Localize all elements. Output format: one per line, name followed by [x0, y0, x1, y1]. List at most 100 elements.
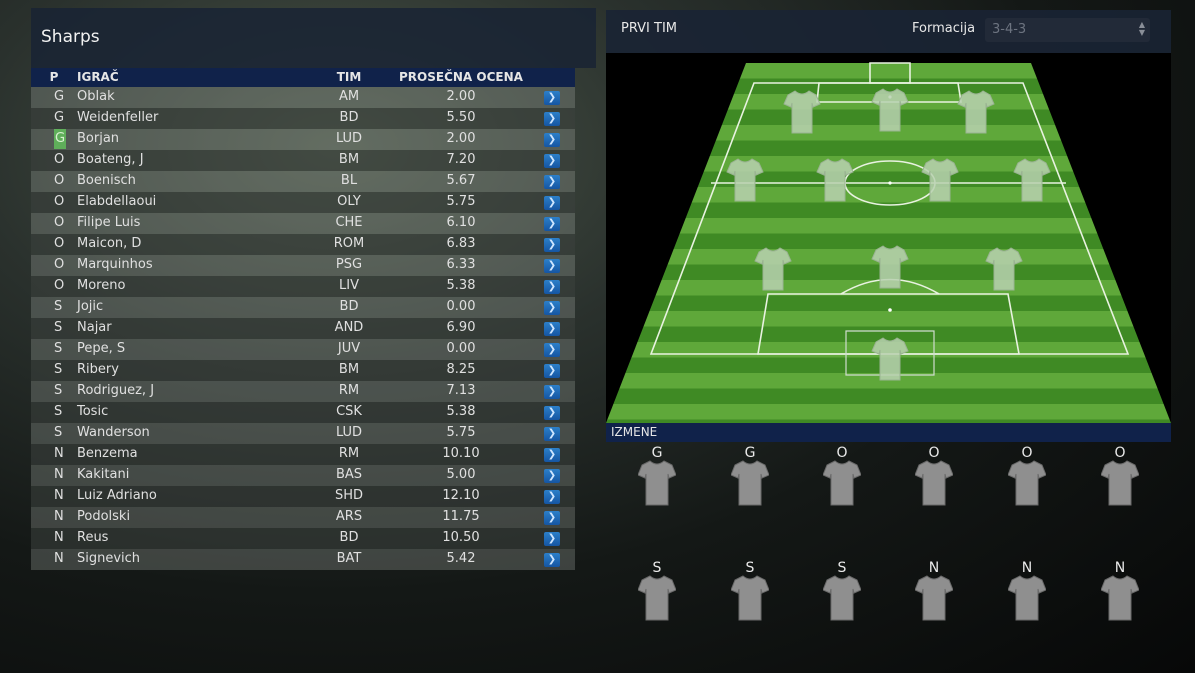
substitute-slot[interactable]: G [627, 445, 687, 515]
player-team: JUV [337, 341, 361, 356]
player-row[interactable]: N Luiz Adriano SHD 12.10 ❯ [31, 486, 575, 507]
player-row[interactable]: S Tosic CSK 5.38 ❯ [31, 402, 575, 423]
player-row[interactable]: S Najar AND 6.90 ❯ [31, 318, 575, 339]
chevron-right-icon[interactable]: ❯ [544, 91, 560, 105]
player-row[interactable]: O Maicon, D ROM 6.83 ❯ [31, 234, 575, 255]
formation-value: 3-4-3 [992, 22, 1027, 37]
first-team-header: PRVI TIM Formacija 3-4-3 ▲ ▼ [606, 10, 1171, 53]
column-header-team[interactable]: TIM [321, 68, 377, 87]
substitute-slot[interactable]: O [1090, 445, 1150, 515]
shirt-icon [822, 574, 862, 626]
chevron-right-icon[interactable]: ❯ [544, 469, 560, 483]
squad-table-header: P IGRAČ TIM PROSEČNA OCENA [31, 68, 575, 87]
chevron-right-icon[interactable]: ❯ [544, 259, 560, 273]
column-header-rating[interactable]: PROSEČNA OCENA [399, 68, 523, 87]
player-row[interactable]: O Filipe Luis CHE 6.10 ❯ [31, 213, 575, 234]
player-rating: 6.90 [446, 320, 476, 335]
player-team: ROM [333, 236, 365, 251]
player-name: Filipe Luis [77, 215, 141, 230]
chevron-right-icon[interactable]: ❯ [544, 280, 560, 294]
player-name: Pepe, S [77, 341, 126, 356]
player-row[interactable]: G Weidenfeller BD 5.50 ❯ [31, 108, 575, 129]
player-name: Weidenfeller [77, 110, 159, 125]
chevron-right-icon[interactable]: ❯ [544, 133, 560, 147]
player-rating: 5.38 [446, 404, 476, 419]
player-team: CHE [335, 215, 363, 230]
player-row[interactable]: S Wanderson LUD 5.75 ❯ [31, 423, 575, 444]
substitute-slot[interactable]: S [720, 560, 780, 630]
player-row[interactable]: S Jojic BD 0.00 ❯ [31, 297, 575, 318]
player-row[interactable]: O Moreno LIV 5.38 ❯ [31, 276, 575, 297]
player-name: Najar [77, 320, 112, 335]
player-name: Luiz Adriano [77, 488, 157, 503]
player-team: RM [338, 446, 360, 461]
player-row[interactable]: S Rodriguez, J RM 7.13 ❯ [31, 381, 575, 402]
shirt-icon [1007, 459, 1047, 511]
player-name: Jojic [77, 299, 104, 314]
chevron-right-icon[interactable]: ❯ [544, 532, 560, 546]
chevron-right-icon[interactable]: ❯ [544, 448, 560, 462]
chevron-right-icon[interactable]: ❯ [544, 427, 560, 441]
chevron-right-icon[interactable]: ❯ [544, 511, 560, 525]
player-row[interactable]: O Marquinhos PSG 6.33 ❯ [31, 255, 575, 276]
shirt-icon [822, 459, 862, 511]
chevron-right-icon[interactable]: ❯ [544, 154, 560, 168]
substitute-slot[interactable]: N [1090, 560, 1150, 630]
pitch [606, 53, 1171, 423]
player-row[interactable]: S Pepe, S JUV 0.00 ❯ [31, 339, 575, 360]
player-row[interactable]: S Ribery BM 8.25 ❯ [31, 360, 575, 381]
player-row[interactable]: N Kakitani BAS 5.00 ❯ [31, 465, 575, 486]
chevron-right-icon[interactable]: ❯ [544, 301, 560, 315]
player-row[interactable]: N Signevich BAT 5.42 ❯ [31, 549, 575, 570]
player-rating: 7.20 [446, 152, 476, 167]
chevron-right-icon[interactable]: ❯ [544, 385, 560, 399]
player-name: Elabdellaoui [77, 194, 157, 209]
player-rating: 12.10 [442, 488, 480, 503]
chevron-right-icon[interactable]: ❯ [544, 322, 560, 336]
player-name: Maicon, D [77, 236, 142, 251]
substitute-slot[interactable]: S [812, 560, 872, 630]
substitute-slot[interactable]: N [904, 560, 964, 630]
chevron-right-icon[interactable]: ❯ [544, 553, 560, 567]
chevron-right-icon[interactable]: ❯ [544, 490, 560, 504]
player-row[interactable]: N Podolski ARS 11.75 ❯ [31, 507, 575, 528]
squad-table-body: G Oblak AM 2.00 ❯ G Weidenfeller BD 5.50 ❯ G Borjan… [31, 87, 575, 570]
player-row[interactable]: N Benzema RM 10.10 ❯ [31, 444, 575, 465]
player-team: RM [338, 383, 360, 398]
player-rating: 5.75 [446, 425, 476, 440]
chevron-right-icon[interactable]: ❯ [544, 406, 560, 420]
chevron-right-icon[interactable]: ❯ [544, 217, 560, 231]
player-rating: 2.00 [446, 131, 476, 146]
substitutes-label: IZMENE [611, 425, 658, 439]
player-name: Benzema [77, 446, 138, 461]
substitute-slot[interactable]: G [720, 445, 780, 515]
player-team: CSK [336, 404, 362, 419]
player-name: Ribery [77, 362, 119, 377]
player-rating: 10.10 [442, 446, 480, 461]
substitute-slot[interactable]: O [812, 445, 872, 515]
player-row[interactable]: O Boenisch BL 5.67 ❯ [31, 171, 575, 192]
player-row[interactable]: N Reus BD 10.50 ❯ [31, 528, 575, 549]
player-row[interactable]: G Borjan LUD 2.00 ❯ [31, 129, 575, 150]
chevron-right-icon[interactable]: ❯ [544, 112, 560, 126]
formation-select[interactable]: 3-4-3 ▲ ▼ [985, 18, 1150, 42]
player-rating: 11.75 [442, 509, 480, 524]
player-row[interactable]: O Boateng, J BM 7.20 ❯ [31, 150, 575, 171]
player-name: Signevich [77, 551, 141, 566]
shirt-icon [914, 459, 954, 511]
column-header-position[interactable]: P [31, 68, 77, 87]
substitute-slot[interactable]: N [997, 560, 1057, 630]
chevron-right-icon[interactable]: ❯ [544, 175, 560, 189]
player-row[interactable]: O Elabdellaoui OLY 5.75 ❯ [31, 192, 575, 213]
substitute-slot[interactable]: O [997, 445, 1057, 515]
chevron-right-icon[interactable]: ❯ [544, 196, 560, 210]
column-header-player[interactable]: IGRAČ [77, 68, 119, 87]
player-row[interactable]: G Oblak AM 2.00 ❯ [31, 87, 575, 108]
chevron-right-icon[interactable]: ❯ [544, 364, 560, 378]
substitute-slot[interactable]: S [627, 560, 687, 630]
player-rating: 0.00 [446, 299, 476, 314]
chevron-right-icon[interactable]: ❯ [544, 238, 560, 252]
chevron-right-icon[interactable]: ❯ [544, 343, 560, 357]
substitute-slot[interactable]: O [904, 445, 964, 515]
player-rating: 8.25 [446, 362, 476, 377]
